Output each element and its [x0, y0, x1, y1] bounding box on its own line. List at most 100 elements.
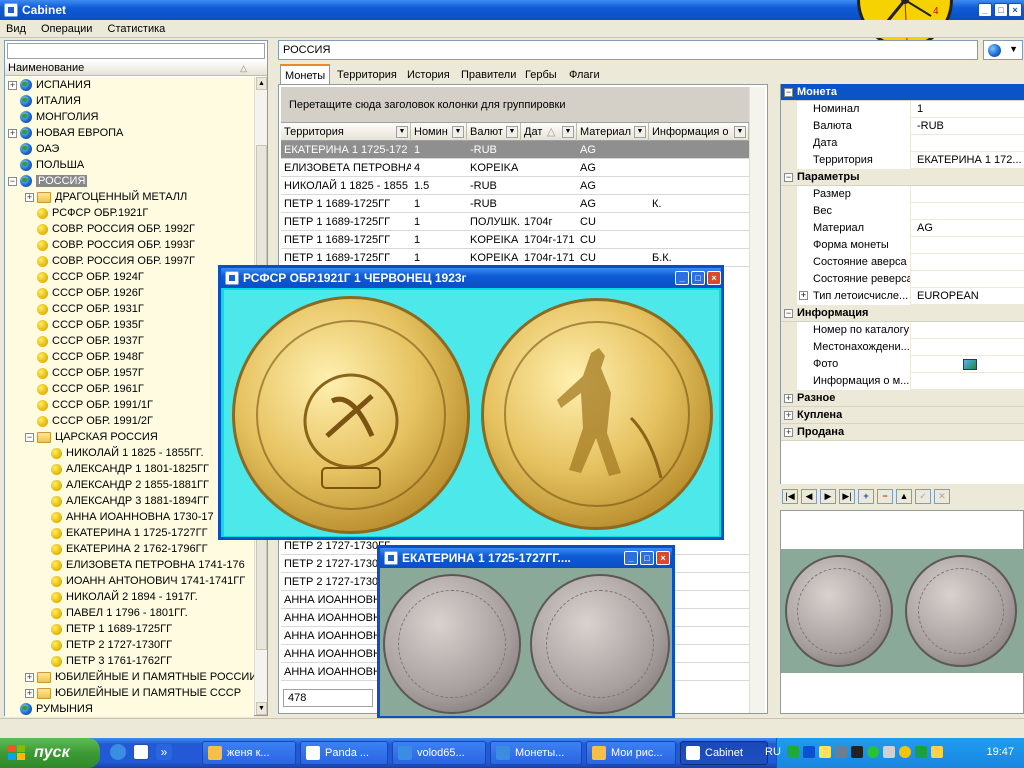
- property-row[interactable]: Вес: [781, 203, 1024, 220]
- tree-node[interactable]: ПЕТР 2 1727-1730ГГ: [39, 637, 172, 653]
- expand-toggle-icon[interactable]: +: [799, 291, 808, 300]
- globe-dropdown-button[interactable]: ▼: [983, 40, 1023, 60]
- tree-node[interactable]: АЛЕКСАНДР 2 1855-1881ГГ: [39, 477, 209, 493]
- tree-node[interactable]: ОАЭ: [8, 141, 59, 157]
- table-row[interactable]: ПЕТР 1 1689-1725ГГ 1 ПОЛУШК. 1704г CU: [281, 213, 749, 231]
- first-record-button[interactable]: |◀: [782, 489, 798, 504]
- property-category[interactable]: + Разное: [781, 390, 1024, 407]
- property-category[interactable]: − Параметры: [781, 169, 1024, 186]
- tree-node[interactable]: + ДРАГОЦЕННЫЙ МЕТАЛЛ: [25, 189, 187, 205]
- property-category[interactable]: + Куплена: [781, 407, 1024, 424]
- property-value[interactable]: EUROPEAN: [915, 288, 1024, 305]
- property-value[interactable]: [915, 254, 1024, 271]
- tree-node[interactable]: РСФСР ОБР.1921Г: [25, 205, 148, 221]
- taskbar-task-button[interactable]: женя к...: [202, 741, 296, 765]
- property-value[interactable]: [915, 237, 1024, 254]
- prev-record-button[interactable]: ◀: [801, 489, 817, 504]
- tab-history[interactable]: История: [402, 64, 455, 84]
- coin-viewer-titlebar[interactable]: РСФСР ОБР.1921Г 1 ЧЕРВОНЕЦ 1923г _ □ ×: [221, 268, 721, 288]
- tray-app-icon[interactable]: [915, 746, 927, 758]
- column-material[interactable]: Материал ▼: [577, 123, 649, 141]
- tree-node[interactable]: СССР ОБР. 1948Г: [25, 349, 144, 365]
- tree-node[interactable]: АЛЕКСАНДР 3 1881-1894ГГ: [39, 493, 209, 509]
- table-row[interactable]: ПЕТР 1 1689-1725ГГ 1 KOPEIKA 1704г-171 CU: [281, 231, 749, 249]
- expand-toggle-icon[interactable]: −: [25, 432, 34, 442]
- expand-toggle-icon[interactable]: +: [8, 128, 17, 138]
- property-row[interactable]: Номер по каталогу: [781, 322, 1024, 339]
- tree-node[interactable]: − ЦАРСКАЯ РОССИЯ: [25, 429, 158, 445]
- property-category[interactable]: − Информация: [781, 305, 1024, 322]
- property-value[interactable]: [915, 373, 1024, 390]
- scroll-up-icon[interactable]: ▲: [256, 77, 267, 90]
- last-record-button[interactable]: ▶|: [839, 489, 855, 504]
- minimize-button[interactable]: _: [624, 551, 638, 565]
- expand-toggle-icon[interactable]: −: [784, 173, 793, 182]
- column-nominal[interactable]: Номин ▼: [411, 123, 467, 141]
- tree-node[interactable]: СОВР. РОССИЯ ОБР. 1997Г: [25, 253, 195, 269]
- column-territory[interactable]: Территория ▼: [281, 123, 411, 141]
- table-row[interactable]: ЕЛИЗОВЕТА ПЕТРОВНА 4 KOPEIKA AG: [281, 159, 749, 177]
- word-quicklaunch-icon[interactable]: [133, 744, 149, 760]
- table-row[interactable]: ЕКАТЕРИНА 1 1725-172 1 -RUB AG: [281, 141, 749, 159]
- tree-node[interactable]: ПЕТР 3 1761-1762ГГ: [39, 653, 172, 669]
- tray-network-icon[interactable]: [787, 746, 799, 758]
- tree-node[interactable]: СОВР. РОССИЯ ОБР. 1992Г: [25, 221, 195, 237]
- table-row[interactable]: ПЕТР 1 1689-1725ГГ 1 -RUB AG К.: [281, 195, 749, 213]
- expand-toggle-icon[interactable]: +: [25, 192, 34, 202]
- tree-node[interactable]: ПЕТР 1 1689-1725ГГ: [39, 621, 172, 637]
- menu-statistics[interactable]: Статистика: [102, 20, 172, 38]
- tray-clock-icon[interactable]: [899, 746, 911, 758]
- coin-viewer-2-titlebar[interactable]: ЕКАТЕРИНА 1 1725-1727ГГ.... _ □ ×: [380, 548, 672, 568]
- tree-node[interactable]: СССР ОБР. 1991/1Г: [25, 397, 153, 413]
- filter-dropdown-icon[interactable]: ▼: [452, 126, 464, 138]
- tree-node[interactable]: СССР ОБР. 1937Г: [25, 333, 144, 349]
- property-row[interactable]: Дата: [781, 135, 1024, 152]
- property-row[interactable]: Состояние аверса: [781, 254, 1024, 271]
- property-value[interactable]: 1: [915, 101, 1024, 118]
- property-value[interactable]: [915, 186, 1024, 203]
- close-button[interactable]: ×: [707, 271, 721, 285]
- taskbar-task-button[interactable]: volod65...: [392, 741, 486, 765]
- tree-node[interactable]: − РОССИЯ: [8, 173, 88, 189]
- tray-settings-icon[interactable]: [883, 746, 895, 758]
- language-indicator[interactable]: RU: [765, 746, 781, 758]
- tree-node[interactable]: ЕКАТЕРИНА 2 1762-1796ГГ: [39, 541, 208, 557]
- next-record-button[interactable]: ▶: [820, 489, 836, 504]
- minimize-button[interactable]: _: [978, 3, 992, 17]
- property-value[interactable]: ЕКАТЕРИНА 1 172...: [915, 152, 1024, 169]
- tray-volume-icon[interactable]: [819, 746, 831, 758]
- tree-node[interactable]: СССР ОБР. 1931Г: [25, 301, 144, 317]
- property-row[interactable]: Форма монеты: [781, 237, 1024, 254]
- tree-node[interactable]: СССР ОБР. 1924Г: [25, 269, 144, 285]
- property-row[interactable]: Размер: [781, 186, 1024, 203]
- property-row[interactable]: Фото: [781, 356, 1024, 373]
- column-currency[interactable]: Валют ▼: [467, 123, 521, 141]
- property-value[interactable]: [915, 339, 1024, 356]
- property-value[interactable]: [915, 322, 1024, 339]
- tree-node[interactable]: ПАВЕЛ 1 1796 - 1801ГГ.: [39, 605, 188, 621]
- menu-view[interactable]: Вид: [0, 20, 32, 38]
- property-category[interactable]: + Продана: [781, 424, 1024, 441]
- expand-toggle-icon[interactable]: +: [784, 411, 793, 420]
- maximize-button[interactable]: □: [994, 3, 1008, 17]
- close-button[interactable]: ×: [656, 551, 670, 565]
- expand-toggle-icon[interactable]: +: [25, 688, 34, 698]
- expand-toggle-icon[interactable]: −: [784, 88, 793, 97]
- tree-node[interactable]: РУМЫНИЯ: [8, 701, 93, 717]
- maximize-button[interactable]: □: [640, 551, 654, 565]
- tree-column-header[interactable]: Наименование △: [5, 61, 267, 76]
- taskbar-task-button[interactable]: Cabinet: [680, 741, 768, 765]
- filter-dropdown-icon[interactable]: ▼: [634, 126, 646, 138]
- add-record-button[interactable]: +: [858, 489, 874, 504]
- tab-coins[interactable]: Монеты: [280, 64, 331, 84]
- expand-toggle-icon[interactable]: +: [25, 672, 34, 682]
- grid-scrollbar[interactable]: [749, 87, 765, 713]
- tab-rulers[interactable]: Правители: [456, 64, 521, 84]
- property-value[interactable]: [915, 271, 1024, 288]
- property-value[interactable]: -RUB: [915, 118, 1024, 135]
- minimize-button[interactable]: _: [675, 271, 689, 285]
- cancel-button[interactable]: ✕: [934, 489, 950, 504]
- taskbar-task-button[interactable]: Монеты...: [490, 741, 582, 765]
- territory-input[interactable]: РОССИЯ: [278, 40, 978, 60]
- tree-node[interactable]: ИТАЛИЯ: [8, 93, 81, 109]
